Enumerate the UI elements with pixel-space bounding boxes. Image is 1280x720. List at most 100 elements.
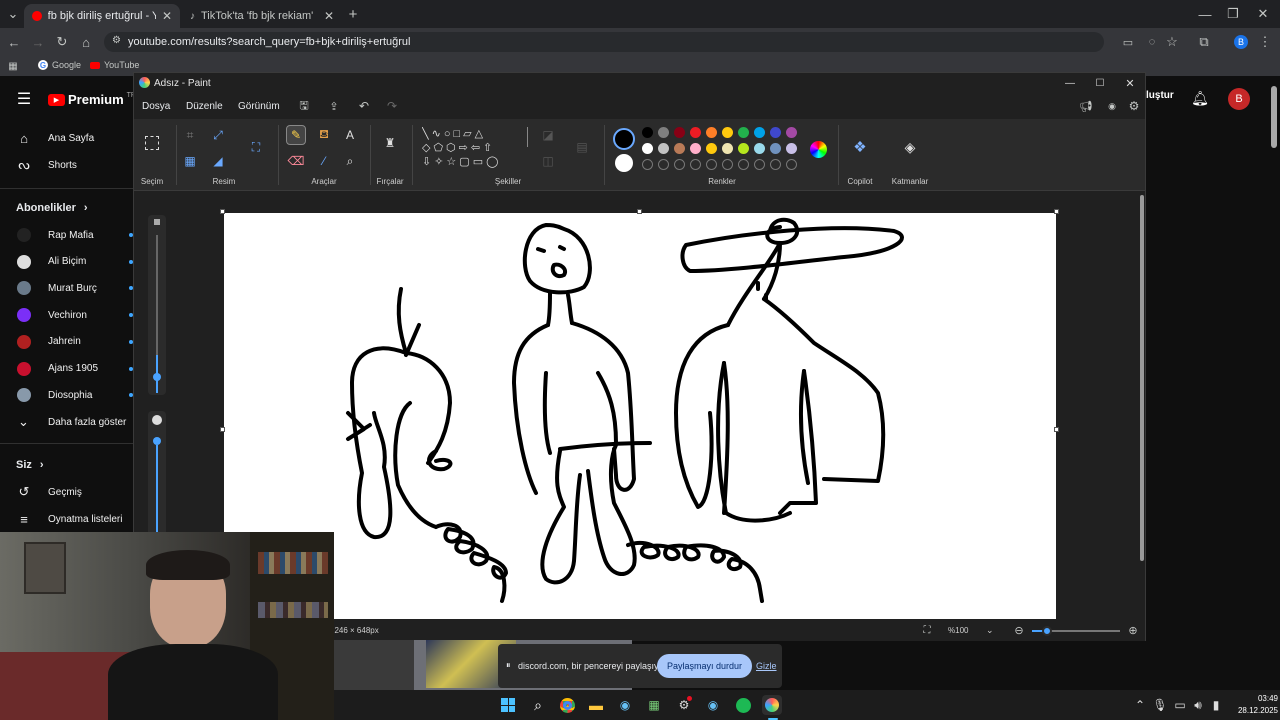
resize-handle[interactable] <box>637 209 642 214</box>
chevron-up-icon[interactable]: ⌃ <box>1130 695 1150 715</box>
community-icon[interactable]: 📢︎ <box>1078 98 1094 114</box>
layers-icon[interactable]: ◈ <box>900 137 920 157</box>
resize-handle[interactable] <box>1054 209 1059 214</box>
show-more-button[interactable]: ⌄ Daha fazla göster <box>0 409 133 435</box>
close-window-icon[interactable]: ✕ <box>1122 75 1138 91</box>
eraser-icon[interactable]: ⌫ <box>286 151 306 171</box>
paint-taskbar-icon[interactable] <box>762 695 782 715</box>
vertical-scrollbar[interactable] <box>1140 195 1144 561</box>
sidebar-item-subscription[interactable]: Vechiron <box>0 302 133 328</box>
redo-icon[interactable]: ↷ <box>384 98 400 114</box>
resize-handle[interactable] <box>1054 427 1059 432</box>
color-swatch[interactable] <box>658 127 669 138</box>
sidebar-item-playlists[interactable]: ≡ Oynatma listeleri <box>0 506 133 532</box>
color-swatch[interactable] <box>658 143 669 154</box>
shape-fill-icon[interactable]: ◫ <box>538 151 558 171</box>
background-removal-icon[interactable]: ⛶ <box>246 137 266 157</box>
menu-edit[interactable]: Düzenle <box>186 101 223 112</box>
file-explorer-icon[interactable]: ▬ <box>586 695 606 715</box>
color-swatch[interactable] <box>642 127 653 138</box>
menu-file[interactable]: Dosya <box>142 101 170 112</box>
sidebar-item-subscription[interactable]: Rap Mafia <box>0 222 133 248</box>
minimize-icon[interactable]: — <box>1196 6 1214 22</box>
home-button-icon[interactable]: ⌂ <box>78 34 94 50</box>
zoom-out-icon[interactable]: ⊖ <box>1012 623 1026 637</box>
account-icon[interactable]: ◉ <box>1104 98 1120 114</box>
hamburger-menu-icon[interactable]: ☰ <box>14 90 34 108</box>
empty-color-slot[interactable] <box>658 159 669 170</box>
fill-bucket-icon[interactable]: ⛾ <box>314 125 334 145</box>
save-icon[interactable]: 🖫︎ <box>296 98 312 114</box>
shape-outline-icon[interactable]: ◪ <box>538 125 558 145</box>
share-icon[interactable]: ⇪ <box>326 98 342 114</box>
maximize-icon[interactable]: ☐ <box>1092 75 1108 91</box>
forward-icon[interactable]: → <box>30 34 46 50</box>
color-swatch[interactable] <box>674 143 685 154</box>
bookmark-google[interactable]: G Google <box>38 60 81 70</box>
bookmark-star-icon[interactable]: ☆ <box>1164 34 1180 50</box>
extensions-icon[interactable]: ⧉ <box>1196 34 1212 50</box>
sidebar-item-subscription[interactable]: Jahrein <box>0 329 133 355</box>
resize-handle[interactable] <box>220 209 225 214</box>
color-swatch[interactable] <box>722 127 733 138</box>
youtube-logo[interactable]: ▶ Premium TR <box>48 92 136 107</box>
network-icon[interactable]: ▭ <box>1170 695 1190 715</box>
cast-icon[interactable]: ▭ <box>1120 34 1136 50</box>
magnifier-icon[interactable]: ⌕ <box>340 151 360 171</box>
color-swatch[interactable] <box>754 143 765 154</box>
zoom-level[interactable]: %100 <box>948 626 968 635</box>
youtube-avatar[interactable]: B <box>1228 88 1250 110</box>
hide-link[interactable]: Gizle <box>756 661 777 671</box>
empty-color-slot[interactable] <box>738 159 749 170</box>
page-scrollbar[interactable] <box>1271 86 1277 148</box>
media-app-icon[interactable]: ▦ <box>644 695 664 715</box>
drawing-canvas[interactable] <box>224 213 1056 619</box>
search-icon[interactable]: ⌕ <box>528 695 548 715</box>
volume-icon[interactable]: 🔊︎ <box>1188 695 1208 715</box>
reload-icon[interactable]: ↻ <box>54 34 70 50</box>
fit-to-window-icon[interactable]: ⛶ <box>920 623 934 637</box>
empty-color-slot[interactable] <box>770 159 781 170</box>
color-swatch[interactable] <box>770 143 781 154</box>
sidebar-item-shorts[interactable]: ᔓ Shorts <box>0 152 133 178</box>
empty-color-slot[interactable] <box>754 159 765 170</box>
sidebar-item-home[interactable]: ⌂ Ana Sayfa <box>0 125 133 151</box>
spotify-icon[interactable] <box>733 695 753 715</box>
sidebar-item-subscription[interactable]: Ajans 1905 <box>0 356 133 382</box>
color-swatch[interactable] <box>722 143 733 154</box>
copilot-icon[interactable]: ❖ <box>850 137 870 157</box>
empty-color-slot[interactable] <box>642 159 653 170</box>
edit-colors-icon[interactable] <box>810 141 827 158</box>
apps-grid-icon[interactable]: ▦ <box>6 58 20 74</box>
create-button[interactable]: luştur <box>1146 90 1174 101</box>
color-swatch[interactable] <box>690 127 701 138</box>
color-swatch[interactable] <box>786 143 797 154</box>
color-picker-icon[interactable]: ⁄ <box>314 151 334 171</box>
shapes-gallery[interactable]: ╲∿○□▱△ ◇⬠⬡⇨⇦⇧ ⇩✧☆▢▭◯ <box>422 127 526 171</box>
secondary-color[interactable] <box>615 154 633 172</box>
color-swatch[interactable] <box>770 127 781 138</box>
new-tab-icon[interactable]: + <box>344 6 362 23</box>
empty-color-slot[interactable] <box>706 159 717 170</box>
selection-tool-icon[interactable] <box>142 133 162 153</box>
text-tool-icon[interactable]: A <box>340 125 360 145</box>
size-thumb[interactable] <box>153 373 161 381</box>
color-swatch[interactable] <box>738 143 749 154</box>
color-swatch[interactable] <box>706 143 717 154</box>
tab-youtube[interactable]: fb bjk diriliş ertuğrul - YouTube ✕ <box>24 4 180 28</box>
menu-dots-icon[interactable]: ⋮ <box>1258 34 1272 50</box>
back-icon[interactable]: ← <box>6 34 22 50</box>
color-swatch[interactable] <box>754 127 765 138</box>
steam-icon-2[interactable]: ◉ <box>703 695 723 715</box>
zoom-in-icon[interactable]: ⊕ <box>1126 623 1140 637</box>
rotate-icon[interactable]: ◢ <box>208 151 228 171</box>
windows-start-icon[interactable] <box>498 695 518 715</box>
resize-icon[interactable]: ⤢ <box>208 125 228 145</box>
resize-handle[interactable] <box>220 427 225 432</box>
notifications-bell-icon[interactable]: 🔔︎ <box>1191 89 1209 107</box>
empty-color-slot[interactable] <box>786 159 797 170</box>
minimize-icon[interactable]: — <box>1062 75 1078 91</box>
color-swatch[interactable] <box>642 143 653 154</box>
primary-color[interactable] <box>613 128 635 150</box>
you-header[interactable]: Siz › <box>16 459 44 471</box>
